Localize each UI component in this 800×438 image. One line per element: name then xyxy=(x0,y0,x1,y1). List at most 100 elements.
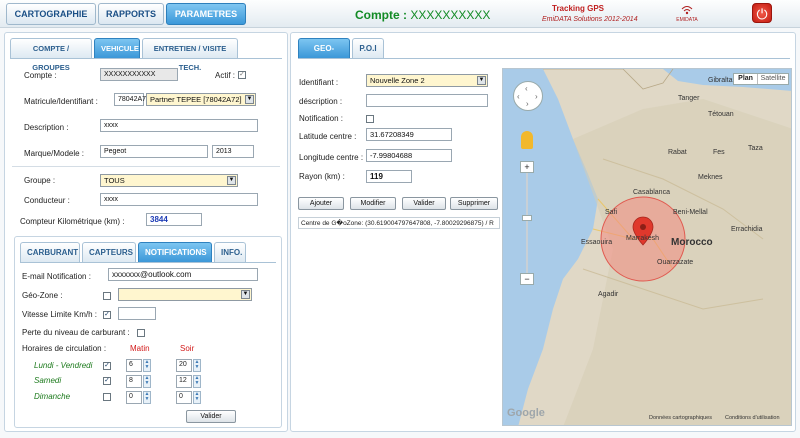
pan-right-icon[interactable]: › xyxy=(535,92,538,101)
chevron-down-icon: ▼ xyxy=(477,76,486,85)
city-label: Rabat xyxy=(668,149,687,156)
tab-capteurs[interactable]: CAPTEURS xyxy=(82,242,136,262)
nav-cartographie[interactable]: CARTOGRAPHIE xyxy=(6,3,96,25)
nav-rapports[interactable]: RAPPORTS xyxy=(98,3,164,25)
matin-value[interactable]: 8 xyxy=(126,375,142,388)
notification-checkbox[interactable] xyxy=(366,115,374,123)
satellite-button[interactable]: Satellite xyxy=(757,74,788,84)
compte-field: XXXXXXXXXXX xyxy=(100,68,178,81)
spinner-arrows-icon[interactable]: ▲ ▼ xyxy=(143,375,151,388)
account-title: Compte : XXXXXXXXXX xyxy=(355,8,490,22)
actif-label: Actif : xyxy=(215,71,236,80)
nav-parametres[interactable]: PARAMETRES xyxy=(166,3,246,25)
annee-field[interactable]: 2013 xyxy=(212,145,254,158)
tab-compte-groupes[interactable]: COMPTE / GROUPES xyxy=(10,38,92,72)
city-label: Marrakesh xyxy=(626,235,660,242)
longitude-label: Longitude centre : xyxy=(299,153,364,162)
supprimer-button[interactable]: Supprimer xyxy=(450,197,498,210)
description-field[interactable]: xxxx xyxy=(100,119,258,132)
description-geozone-field[interactable] xyxy=(366,94,488,107)
plan-button[interactable]: Plan xyxy=(734,74,757,84)
right-tab-divider xyxy=(298,58,790,59)
spinner-arrows-icon[interactable]: ▲ ▼ xyxy=(193,359,201,372)
logo-text: EMIDATA xyxy=(676,17,698,23)
row-checkbox[interactable]: ✓ xyxy=(103,362,111,370)
soir-value[interactable]: 20 xyxy=(176,359,192,372)
tab-info[interactable]: INFO. xyxy=(214,242,246,262)
tab-carburant[interactable]: CARBURANT xyxy=(20,242,80,262)
latitude-field[interactable]: 31.67208349 xyxy=(366,128,452,141)
geozone-label: Géo-Zone : xyxy=(22,291,63,300)
modifier-button[interactable]: Modifier xyxy=(350,197,396,210)
row-checkbox[interactable]: ✓ xyxy=(103,377,111,385)
latitude-label: Latitude centre : xyxy=(299,132,357,141)
soir-header: Soir xyxy=(180,344,195,353)
carburant-checkbox[interactable] xyxy=(137,329,145,337)
valider-geozone-button[interactable]: Valider xyxy=(402,197,446,210)
map-view[interactable]: Gibraltar Tanger Tétouan Rabat Fes Taza … xyxy=(502,68,792,426)
row-label: Samedi xyxy=(34,376,62,385)
ajouter-button[interactable]: Ajouter xyxy=(298,197,344,210)
soir-value[interactable]: 0 xyxy=(176,391,192,404)
soir-value[interactable]: 12 xyxy=(176,375,192,388)
longitude-field[interactable]: -7.99804688 xyxy=(366,149,452,162)
city-label: Safi xyxy=(605,209,618,216)
chevron-down-icon: ▼ xyxy=(227,176,236,185)
vitesse-field[interactable] xyxy=(118,307,156,320)
identifiant-select[interactable]: Nouvelle Zone 2 ▼ xyxy=(366,74,488,87)
pan-left-icon[interactable]: ‹ xyxy=(517,92,520,101)
map-canvas[interactable] xyxy=(503,69,792,426)
spinner-arrows-icon[interactable]: ▲ ▼ xyxy=(193,391,201,404)
valider-button[interactable]: Valider xyxy=(186,410,236,423)
zoom-in-button[interactable]: + xyxy=(520,161,534,173)
email-field[interactable]: xxxxxxx@outlook.com xyxy=(108,268,258,281)
pan-control[interactable]: ‹ ‹ ‹ › xyxy=(513,81,543,111)
google-logo: Google xyxy=(507,407,545,419)
marque-field[interactable]: Pegeot xyxy=(100,145,208,158)
tab-vehicule[interactable]: VEHICULE xyxy=(94,38,140,58)
row-checkbox[interactable] xyxy=(103,393,111,401)
spinner-arrows-icon[interactable]: ▲ ▼ xyxy=(143,391,151,404)
city-label: Tétouan xyxy=(708,111,734,118)
matin-value[interactable]: 6 xyxy=(126,359,142,372)
identifiant-label: Identifiant : xyxy=(299,78,339,87)
subtab-divider xyxy=(20,262,276,263)
rayon-field[interactable]: 119 xyxy=(366,170,412,183)
zoom-slider-handle[interactable] xyxy=(522,215,532,221)
geozone-checkbox[interactable] xyxy=(103,292,111,300)
zoom-slider-track[interactable] xyxy=(526,173,528,273)
zoom-out-button[interactable]: − xyxy=(520,273,534,285)
actif-checkbox[interactable]: ✓ xyxy=(238,71,246,79)
tab-entretien[interactable]: ENTRETIEN / VISITE TECH. xyxy=(142,38,238,72)
tab-notifications[interactable]: NOTIFICATIONS xyxy=(138,242,212,262)
city-label: Fes xyxy=(713,149,725,156)
partner-select[interactable]: Partner TEPEE [78042A72] ▼ xyxy=(146,93,256,106)
conducteur-label: Conducteur : xyxy=(24,196,70,205)
spinner-arrows-icon[interactable]: ▲ ▼ xyxy=(143,359,151,372)
rayon-label: Rayon (km) : xyxy=(299,172,345,181)
map-data-link[interactable]: Données cartographiques xyxy=(649,415,712,421)
company-text: EmiDATA Solutions 2012-2014 xyxy=(542,16,638,23)
description-label: Description : xyxy=(24,123,69,132)
pan-down-icon[interactable]: ‹ xyxy=(526,100,529,109)
email-label: E-mail Notification : xyxy=(22,272,91,281)
groupe-select[interactable]: TOUS ▼ xyxy=(100,174,238,187)
conducteur-field[interactable]: xxxx xyxy=(100,193,258,206)
tab-poi[interactable]: P.O.I xyxy=(352,38,384,58)
matricule-field[interactable]: 78042A72 xyxy=(114,93,150,106)
tab-geozone[interactable]: GEO-ZONE xyxy=(298,38,350,72)
compteur-field[interactable]: 3844 xyxy=(146,213,202,226)
geozone-select[interactable]: ▼ xyxy=(118,288,252,301)
terms-link[interactable]: Conditions d'utilisation xyxy=(725,415,780,421)
left-tabs: COMPTE / GROUPES VEHICULE ENTRETIEN / VI… xyxy=(10,38,240,72)
matin-value[interactable]: 0 xyxy=(126,391,142,404)
power-icon[interactable]: ⏻ xyxy=(752,3,772,23)
city-label: Taza xyxy=(748,145,763,152)
tab-divider xyxy=(10,58,282,59)
streetview-pegman-icon[interactable] xyxy=(521,131,533,149)
vitesse-checkbox[interactable]: ✓ xyxy=(103,311,111,319)
pan-up-icon[interactable]: ‹ xyxy=(525,84,528,93)
spinner-arrows-icon[interactable]: ▲ ▼ xyxy=(193,375,201,388)
city-label: Errachidia xyxy=(731,226,763,233)
account-label: Compte : xyxy=(355,8,407,22)
